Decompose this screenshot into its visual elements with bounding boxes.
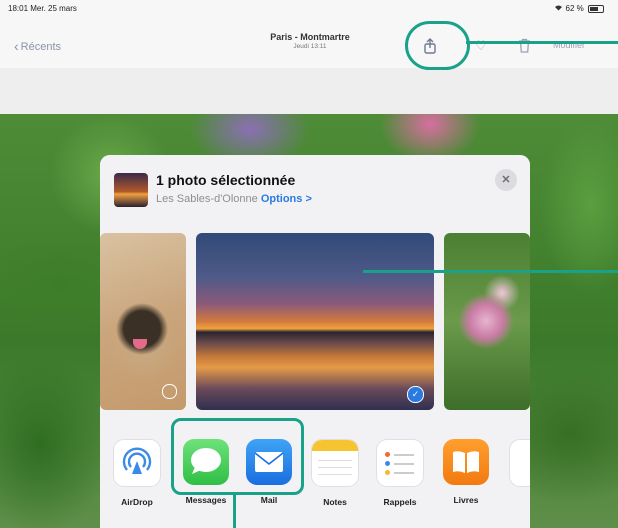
status-right: 62 % <box>554 4 604 13</box>
callout-line-share <box>466 41 618 44</box>
share-app-rappels[interactable]: Rappels <box>369 439 431 507</box>
share-app-notes[interactable]: Notes <box>304 439 366 507</box>
album-title: Paris - Montmartre <box>270 32 350 42</box>
reminder-dot <box>385 452 390 457</box>
battery-percent: 62 % <box>565 4 584 13</box>
nav-title-block: Paris - Montmartre Jeudi 13:11 <box>200 32 420 50</box>
photo-flower[interactable] <box>444 233 530 410</box>
airdrop-icon <box>113 439 161 487</box>
battery-icon <box>588 4 604 13</box>
notes-band <box>312 440 358 451</box>
notes-icon <box>311 439 359 487</box>
app-label: Messages <box>185 495 227 505</box>
callout-line-photo <box>363 270 618 273</box>
app-label: Rappels <box>383 497 417 507</box>
chevron-left-icon: ‹ <box>14 38 19 54</box>
content-gap <box>0 68 618 114</box>
wifi-icon <box>554 4 565 13</box>
app-label: Livres <box>453 495 479 505</box>
back-label: Récents <box>20 41 62 53</box>
reminders-icon <box>376 439 424 487</box>
reminder-line <box>394 472 414 474</box>
notes-line <box>318 460 352 461</box>
checkmark-icon[interactable]: ✓ <box>407 386 424 403</box>
selected-photo-thumbnail <box>114 173 148 207</box>
photo-sunset-selected[interactable]: ✓ <box>196 233 434 410</box>
callout-line-apps <box>233 492 236 528</box>
share-sheet-header: 1 photo sélectionnée Les Sables-d'Olonne… <box>100 155 530 233</box>
options-link[interactable]: Options > <box>261 193 312 205</box>
reminder-line <box>394 454 414 456</box>
album-date: Jeudi 13:11 <box>293 43 327 50</box>
reminder-dot <box>385 470 390 475</box>
pug-tongue <box>133 339 147 349</box>
app-label: Mail <box>260 495 278 505</box>
share-sheet-title: 1 photo sélectionnée <box>156 172 296 188</box>
photo-pug[interactable] <box>100 233 186 410</box>
photo-location: Les Sables-d'Olonne <box>156 193 258 205</box>
status-time-date: 18:01 Mer. 25 mars <box>8 4 77 13</box>
back-button[interactable]: ‹ Récents <box>14 38 61 54</box>
app-label: AirDrop <box>121 497 153 507</box>
close-button[interactable]: ✕ <box>495 169 517 191</box>
notes-line <box>318 474 352 475</box>
share-app-airdrop[interactable]: AirDrop <box>106 439 168 507</box>
share-app-more[interactable]: D <box>502 439 530 507</box>
share-apps-row: AirDrop Messages Mail Notes Rappels Livr… <box>100 423 530 528</box>
status-bar: 18:01 Mer. 25 mars 62 % <box>0 0 618 18</box>
app-label: D <box>502 497 531 507</box>
reminder-dot <box>385 461 390 466</box>
callout-ring-share <box>405 21 470 70</box>
share-app-livres[interactable]: Livres <box>435 439 497 505</box>
app-label: Notes <box>323 497 347 507</box>
notes-line <box>318 467 352 468</box>
callout-box-apps <box>171 418 304 495</box>
photo-strip: ✓ <box>100 233 530 413</box>
books-icon <box>443 439 489 485</box>
share-sheet: 1 photo sélectionnée Les Sables-d'Olonne… <box>100 155 530 528</box>
share-sheet-subtitle: Les Sables-d'Olonne Options > <box>156 193 312 205</box>
more-icon <box>509 439 530 487</box>
reminder-line <box>394 463 414 465</box>
selection-circle-icon[interactable] <box>162 384 177 399</box>
